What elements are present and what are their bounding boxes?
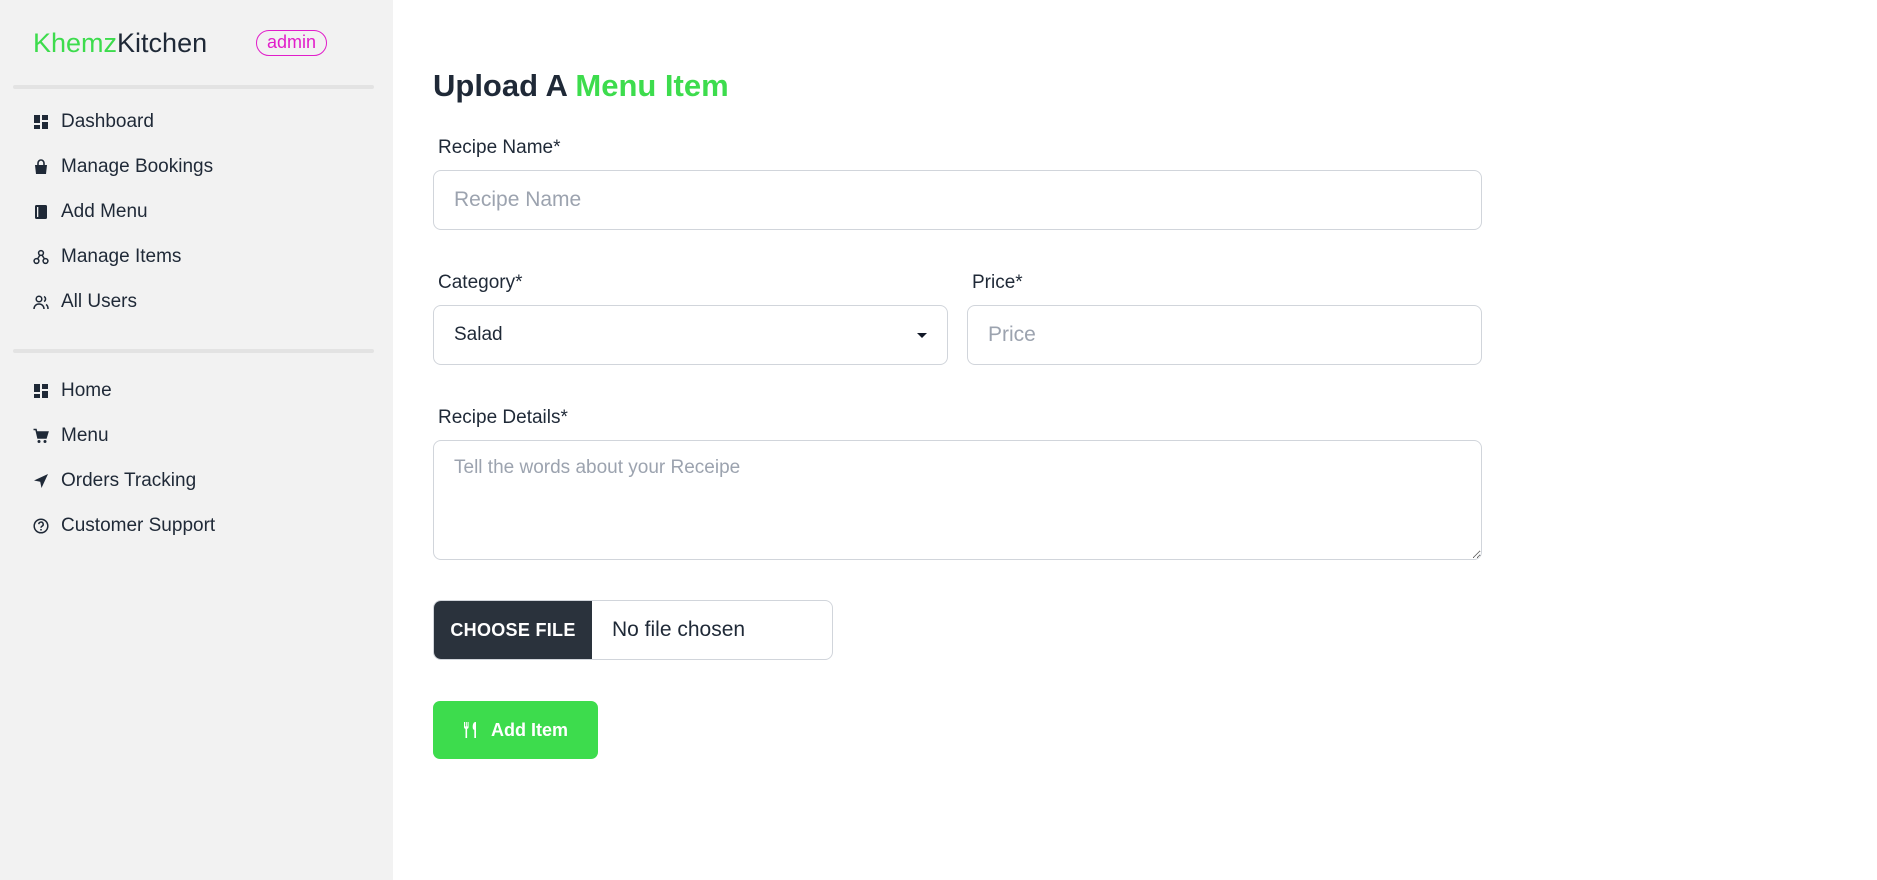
sidebar-item-label: Orders Tracking [61,469,197,491]
book-icon [33,204,49,220]
sidebar-item-label: Manage Bookings [61,155,214,177]
recipe-details-textarea[interactable] [433,440,1482,560]
page-title-accent: Menu Item [575,68,729,103]
sidebar-item-customer-support[interactable]: Customer Support [33,503,363,548]
main-content: Upload A Menu Item Recipe Name* Category… [393,0,1877,880]
price-label: Price* [972,272,1023,293]
sidebar-item-all-users[interactable]: All Users [33,279,363,324]
category-selected-value: Salad [454,324,503,345]
price-input[interactable] [967,305,1482,365]
sidebar-item-manage-bookings[interactable]: Manage Bookings [33,144,363,189]
shopping-bag-icon [33,158,49,175]
sidebar-item-label: Manage Items [61,245,182,267]
brand-row: KhemzKitchen admin [33,26,383,60]
sidebar-item-label: Menu [61,424,109,446]
category-select[interactable]: Salad [433,305,948,365]
sidebar-item-add-menu[interactable]: Add Menu [33,189,363,234]
sidebar-item-menu[interactable]: Menu [33,413,363,458]
sidebar-item-label: All Users [61,290,138,312]
sidebar-item-dashboard[interactable]: Dashboard [33,99,363,144]
recipe-details-label: Recipe Details* [438,407,568,428]
add-item-label: Add Item [490,719,568,740]
sidebar-item-home[interactable]: Home [33,368,363,413]
file-input[interactable]: CHOOSE FILE No file chosen [433,600,833,660]
cart-icon [33,428,49,444]
recipe-name-label: Recipe Name* [438,137,561,158]
users-icon [33,294,49,310]
sidebar-divider [13,85,374,89]
location-arrow-icon [33,473,49,489]
brand-logo[interactable]: KhemzKitchen [33,26,207,60]
question-circle-icon [33,517,49,534]
admin-nav: Dashboard Manage Bookings Add Menu Manag… [33,99,363,324]
recipe-name-input[interactable] [433,170,1482,230]
file-status-text: No file chosen [612,618,746,641]
sidebar-item-label: Customer Support [61,514,216,536]
brand-prefix: Khemz [33,28,118,58]
public-nav: Home Menu Orders Tracking Customer Suppo… [33,368,363,548]
sidebar-item-label: Dashboard [61,110,154,132]
add-item-button[interactable]: Add Item [433,701,598,759]
sidebar-divider [13,349,374,353]
category-label: Category* [438,272,523,293]
role-badge: admin [256,30,328,56]
sidebar-item-label: Home [61,379,112,401]
hierarchy-icon [33,249,49,265]
dashboard-icon [33,383,49,399]
dashboard-icon [33,114,49,130]
sidebar-item-manage-items[interactable]: Manage Items [33,234,363,279]
caret-down-icon [917,333,927,338]
page-title: Upload A Menu Item [433,66,729,106]
brand-suffix: Kitchen [117,28,208,58]
page-title-prefix: Upload A [433,68,567,103]
utensils-icon [463,721,479,739]
sidebar-item-label: Add Menu [61,200,148,222]
sidebar: KhemzKitchen admin Dashboard Manage Book… [0,0,393,880]
sidebar-item-orders-tracking[interactable]: Orders Tracking [33,458,363,503]
choose-file-button[interactable]: CHOOSE FILE [434,601,592,659]
